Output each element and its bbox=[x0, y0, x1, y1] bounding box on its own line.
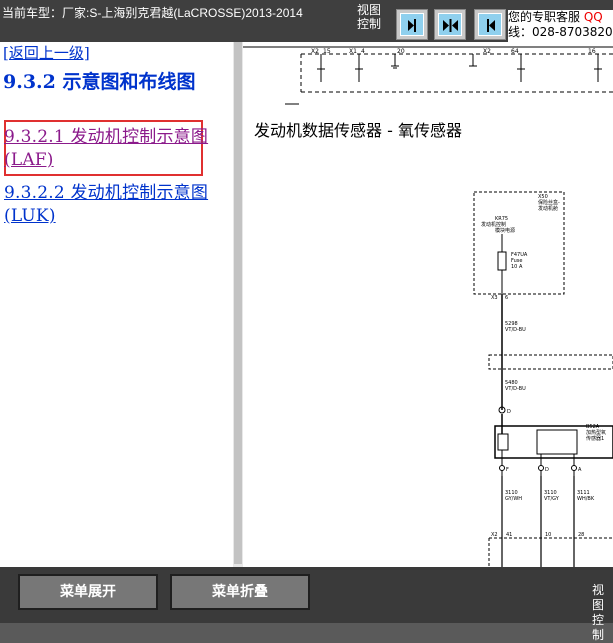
diagram-panel: X2 15 X1 4 20 X2 64 16 发动机数据传感器 - 氧传感器 X… bbox=[243, 42, 613, 567]
svg-text:16: 16 bbox=[588, 48, 596, 55]
svg-text:20: 20 bbox=[397, 48, 405, 55]
left-navigation-panel: [返回上一级] 9.3.2 示意图和布线图 9.3.2.1 发动机控制示意图 (… bbox=[0, 42, 233, 567]
svg-text:3110 GY/WH 311: 3110 GY/WH 3110 VT/GY 3111 WH/BK bbox=[505, 490, 595, 502]
nav-item-luk[interactable]: 9.3.2.2 发动机控制示意图 (LUK) bbox=[4, 182, 230, 228]
split-arrows-icon bbox=[443, 19, 458, 32]
diagram-title: 发动机数据传感器 - 氧传感器 bbox=[254, 121, 462, 140]
scrollbar-thumb[interactable] bbox=[234, 42, 242, 564]
current-vehicle-label: 当前车型：厂家:S-上海别克君越(LaCROSSE)2013-2014 bbox=[2, 6, 303, 20]
oxygen-sensor: B52A 加热型氧 传感器1 F D A bbox=[494, 414, 613, 476]
svg-text:15: 15 bbox=[323, 48, 331, 55]
svg-text:41: 41 bbox=[506, 532, 512, 538]
svg-text:D: D bbox=[507, 409, 511, 415]
svg-text:64: 64 bbox=[511, 48, 519, 55]
svg-text:X3: X3 bbox=[491, 295, 498, 301]
top-bar: 当前车型：厂家:S-上海别克君越(LaCROSSE)2013-2014 视图 控… bbox=[0, 0, 613, 42]
svg-text:F: F bbox=[506, 467, 509, 473]
arrow-left-bar-icon bbox=[487, 19, 495, 32]
svg-text:KR75 发动机控制 模块电: KR75 发动机控制 模块电源 bbox=[481, 216, 515, 234]
svg-text:X50 保险丝盒- 发动机舱: X50 保险丝盒- 发动机舱 bbox=[538, 194, 561, 212]
top-diagram-fragment bbox=[243, 46, 613, 105]
back-link[interactable]: [返回上一级] bbox=[3, 42, 90, 63]
svg-text:X2: X2 bbox=[311, 48, 319, 55]
split-view-button[interactable] bbox=[434, 9, 466, 40]
arrow-right-bar-icon bbox=[408, 19, 416, 32]
customer-service-panel: 您的专职客服 QQ 线：028-8703820 bbox=[508, 10, 613, 42]
menu-expand-button[interactable]: 菜单展开 bbox=[18, 574, 158, 610]
view-control-label: 视图 控制 bbox=[357, 3, 382, 31]
svg-text:X2: X2 bbox=[483, 48, 491, 55]
svg-text:F47UA Fuse 10: F47UA Fuse 10 A bbox=[511, 252, 529, 270]
nav-item-laf[interactable]: 9.3.2.1 发动机控制示意图 (LAF) bbox=[4, 126, 230, 172]
qq-link[interactable]: QQ bbox=[584, 10, 603, 24]
bottom-bar: 菜单展开 菜单折叠 视图 控制 bbox=[0, 567, 613, 642]
hotline-text: 线：028-8703820 bbox=[508, 25, 613, 39]
fuse-box: X50 保险丝盒- 发动机舱 KR75 发动机控制 模块电源 F47UA Fus… bbox=[473, 191, 565, 301]
svg-text:A: A bbox=[578, 467, 582, 473]
svg-text:5480 VT/D-BU: 5480 VT/D-BU bbox=[505, 380, 526, 392]
main-wire: 5298 VT/D-BU 5480 VT/D-BU D bbox=[488, 294, 613, 415]
svg-text:X2: X2 bbox=[491, 532, 498, 538]
wiring-diagram: X2 15 X1 4 20 X2 64 16 发动机数据传感器 - 氧传感器 X… bbox=[243, 46, 613, 567]
svg-text:5298 VT/D-BU: 5298 VT/D-BU bbox=[505, 321, 526, 333]
expand-right-button[interactable] bbox=[396, 9, 428, 40]
sensor-wires: 3110 GY/WH 3110 VT/GY 3111 WH/BK X2 41 1… bbox=[488, 476, 613, 567]
svg-text:10: 10 bbox=[545, 532, 551, 538]
section-title: 9.3.2 示意图和布线图 bbox=[3, 71, 196, 93]
bottom-view-control-label: 视图 控制 bbox=[592, 583, 605, 642]
svg-text:D: D bbox=[545, 467, 549, 473]
svg-text:4: 4 bbox=[361, 48, 365, 55]
expand-left-button[interactable] bbox=[474, 9, 506, 40]
svg-text:28: 28 bbox=[578, 532, 584, 538]
svg-text:6: 6 bbox=[505, 295, 508, 301]
svg-text:X1: X1 bbox=[349, 48, 357, 55]
menu-collapse-button[interactable]: 菜单折叠 bbox=[170, 574, 310, 610]
fuse-icon bbox=[497, 251, 507, 271]
